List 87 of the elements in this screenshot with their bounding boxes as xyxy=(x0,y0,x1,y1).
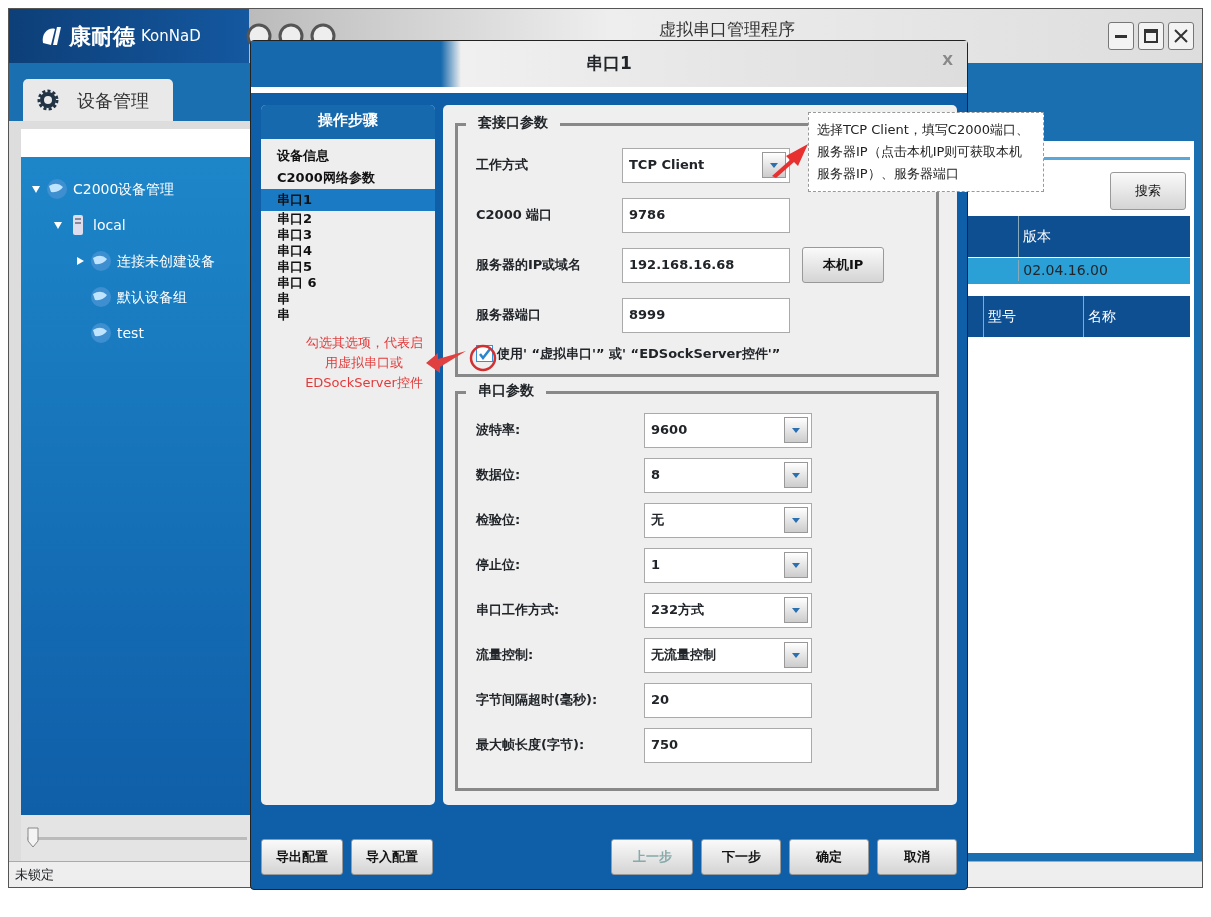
step-item[interactable]: C2000网络参数 xyxy=(261,167,435,189)
checkbox-label: 使用' “虚拟串口'” 或' “EDSockServer控件'” xyxy=(497,345,781,363)
field-label: 流量控制: xyxy=(476,646,535,665)
step-item[interactable]: 串口2 xyxy=(261,211,435,227)
input-field[interactable]: 20 xyxy=(644,682,812,718)
dropdown-arrow-icon xyxy=(791,606,801,614)
window-title: 虚拟串口管理程序 xyxy=(659,18,795,41)
field-label: 服务器端口 xyxy=(476,306,542,325)
gear-icon xyxy=(37,89,59,111)
logo-text: 康耐德 xyxy=(69,22,135,51)
input-field[interactable]: 8999 xyxy=(622,297,790,333)
dialog-button[interactable]: 下一步 xyxy=(701,839,781,875)
globe-icon xyxy=(89,321,113,345)
field-label: 检验位: xyxy=(476,511,522,530)
dropdown-field[interactable]: TCP Client xyxy=(622,147,790,183)
dialog-button[interactable]: 取消 xyxy=(877,839,957,875)
maximize-icon xyxy=(1143,28,1159,44)
dropdown-field[interactable]: 无流量控制 xyxy=(644,637,812,673)
search-field[interactable] xyxy=(21,129,251,157)
steps-title: 操作步骤 xyxy=(261,105,435,139)
dialog-title: 串口1 xyxy=(586,52,632,76)
dropdown-field[interactable]: 8 xyxy=(644,457,812,493)
zoom-slider[interactable] xyxy=(21,815,251,861)
dropdown-arrow-icon xyxy=(791,561,801,569)
annotation-note: 选择TCP Client，填写C2000端口、服务器IP（点击本机IP则可获取本机服务器IP）、服务器端口 xyxy=(808,112,1044,192)
dialog-button[interactable]: 导出配置 xyxy=(261,839,343,875)
step-item[interactable]: 串口3 xyxy=(261,227,435,243)
field-label: 数据位: xyxy=(476,466,522,485)
close-icon xyxy=(1173,28,1189,44)
step-item[interactable]: 串口4 xyxy=(261,243,435,259)
column-header[interactable]: 名称 xyxy=(1083,295,1190,337)
dropdown-arrow-icon xyxy=(791,426,801,434)
step-item[interactable]: 串 xyxy=(261,307,435,323)
dropdown-arrow-icon xyxy=(769,161,779,169)
table-cell: 02.04.16.00 xyxy=(1018,260,1190,281)
maximize-button[interactable] xyxy=(1138,22,1164,50)
search-button[interactable]: 搜索 xyxy=(1110,172,1186,210)
tree-item-label[interactable]: local xyxy=(93,214,126,236)
step-item[interactable]: 串口1 xyxy=(261,189,435,211)
tree-root-label[interactable]: C2000设备管理 xyxy=(73,178,175,200)
input-field[interactable]: 192.168.16.68 xyxy=(622,247,790,283)
tree-item-label[interactable]: 连接未创建设备 xyxy=(117,250,215,272)
collapse-arrow-icon[interactable] xyxy=(53,220,63,230)
minimize-icon xyxy=(1114,34,1128,38)
input-field[interactable]: 750 xyxy=(644,727,812,763)
step-item[interactable]: 串口5 xyxy=(261,259,435,275)
slider-thumb[interactable] xyxy=(27,826,39,848)
dialog-button[interactable]: 确定 xyxy=(789,839,869,875)
tree-item-label[interactable]: test xyxy=(117,322,144,344)
column-header[interactable]: 版本 xyxy=(1018,215,1190,257)
collapse-arrow-icon[interactable] xyxy=(31,184,41,194)
dropdown-arrow-icon xyxy=(791,516,801,524)
field-label: 停止位: xyxy=(476,556,522,575)
logo-latin-text: KonNaD xyxy=(141,25,201,47)
field-label: 字节间隔超时(毫秒): xyxy=(476,691,599,710)
dropdown-field[interactable]: 1 xyxy=(644,547,812,583)
step-item[interactable]: 设备信息 xyxy=(261,145,435,167)
dropdown-field[interactable]: 232方式 xyxy=(644,592,812,628)
dropdown-field[interactable]: 无 xyxy=(644,502,812,538)
highlight-circle xyxy=(469,344,497,372)
minimize-button[interactable] xyxy=(1108,22,1134,50)
field-label: 波特率: xyxy=(476,421,522,440)
pointer-arrow xyxy=(424,349,468,375)
check-icon xyxy=(477,347,492,361)
local-ip-button[interactable]: 本机IP xyxy=(802,247,885,283)
globe-icon xyxy=(89,285,113,309)
expand-arrow-icon[interactable] xyxy=(75,256,85,266)
field-label: 串口工作方式: xyxy=(476,601,561,620)
field-label: 工作方式 xyxy=(476,156,529,175)
dialog-button[interactable]: 导入配置 xyxy=(351,839,433,875)
step-item[interactable]: 串 xyxy=(261,291,435,307)
close-button[interactable] xyxy=(1168,22,1194,50)
input-field[interactable]: 9786 xyxy=(622,197,790,233)
field-label: 服务器的IP或域名 xyxy=(476,256,583,275)
field-label: 最大帧长度(字节): xyxy=(476,736,586,755)
step-item[interactable]: 串口 6 xyxy=(261,275,435,291)
globe-icon xyxy=(89,249,113,273)
globe-icon xyxy=(45,177,69,201)
dropdown-field[interactable]: 9600 xyxy=(644,412,812,448)
column-header[interactable]: 型号 xyxy=(982,295,1084,337)
device-management-tab[interactable]: 设备管理 xyxy=(23,79,173,121)
tree-item-label[interactable]: 默认设备组 xyxy=(117,286,187,308)
dropdown-arrow-icon xyxy=(791,471,801,479)
section-title: 套接口参数 xyxy=(466,112,560,133)
field-label: C2000 端口 xyxy=(476,206,554,225)
pointer-arrow xyxy=(770,142,810,180)
dropdown-arrow-icon xyxy=(791,651,801,659)
